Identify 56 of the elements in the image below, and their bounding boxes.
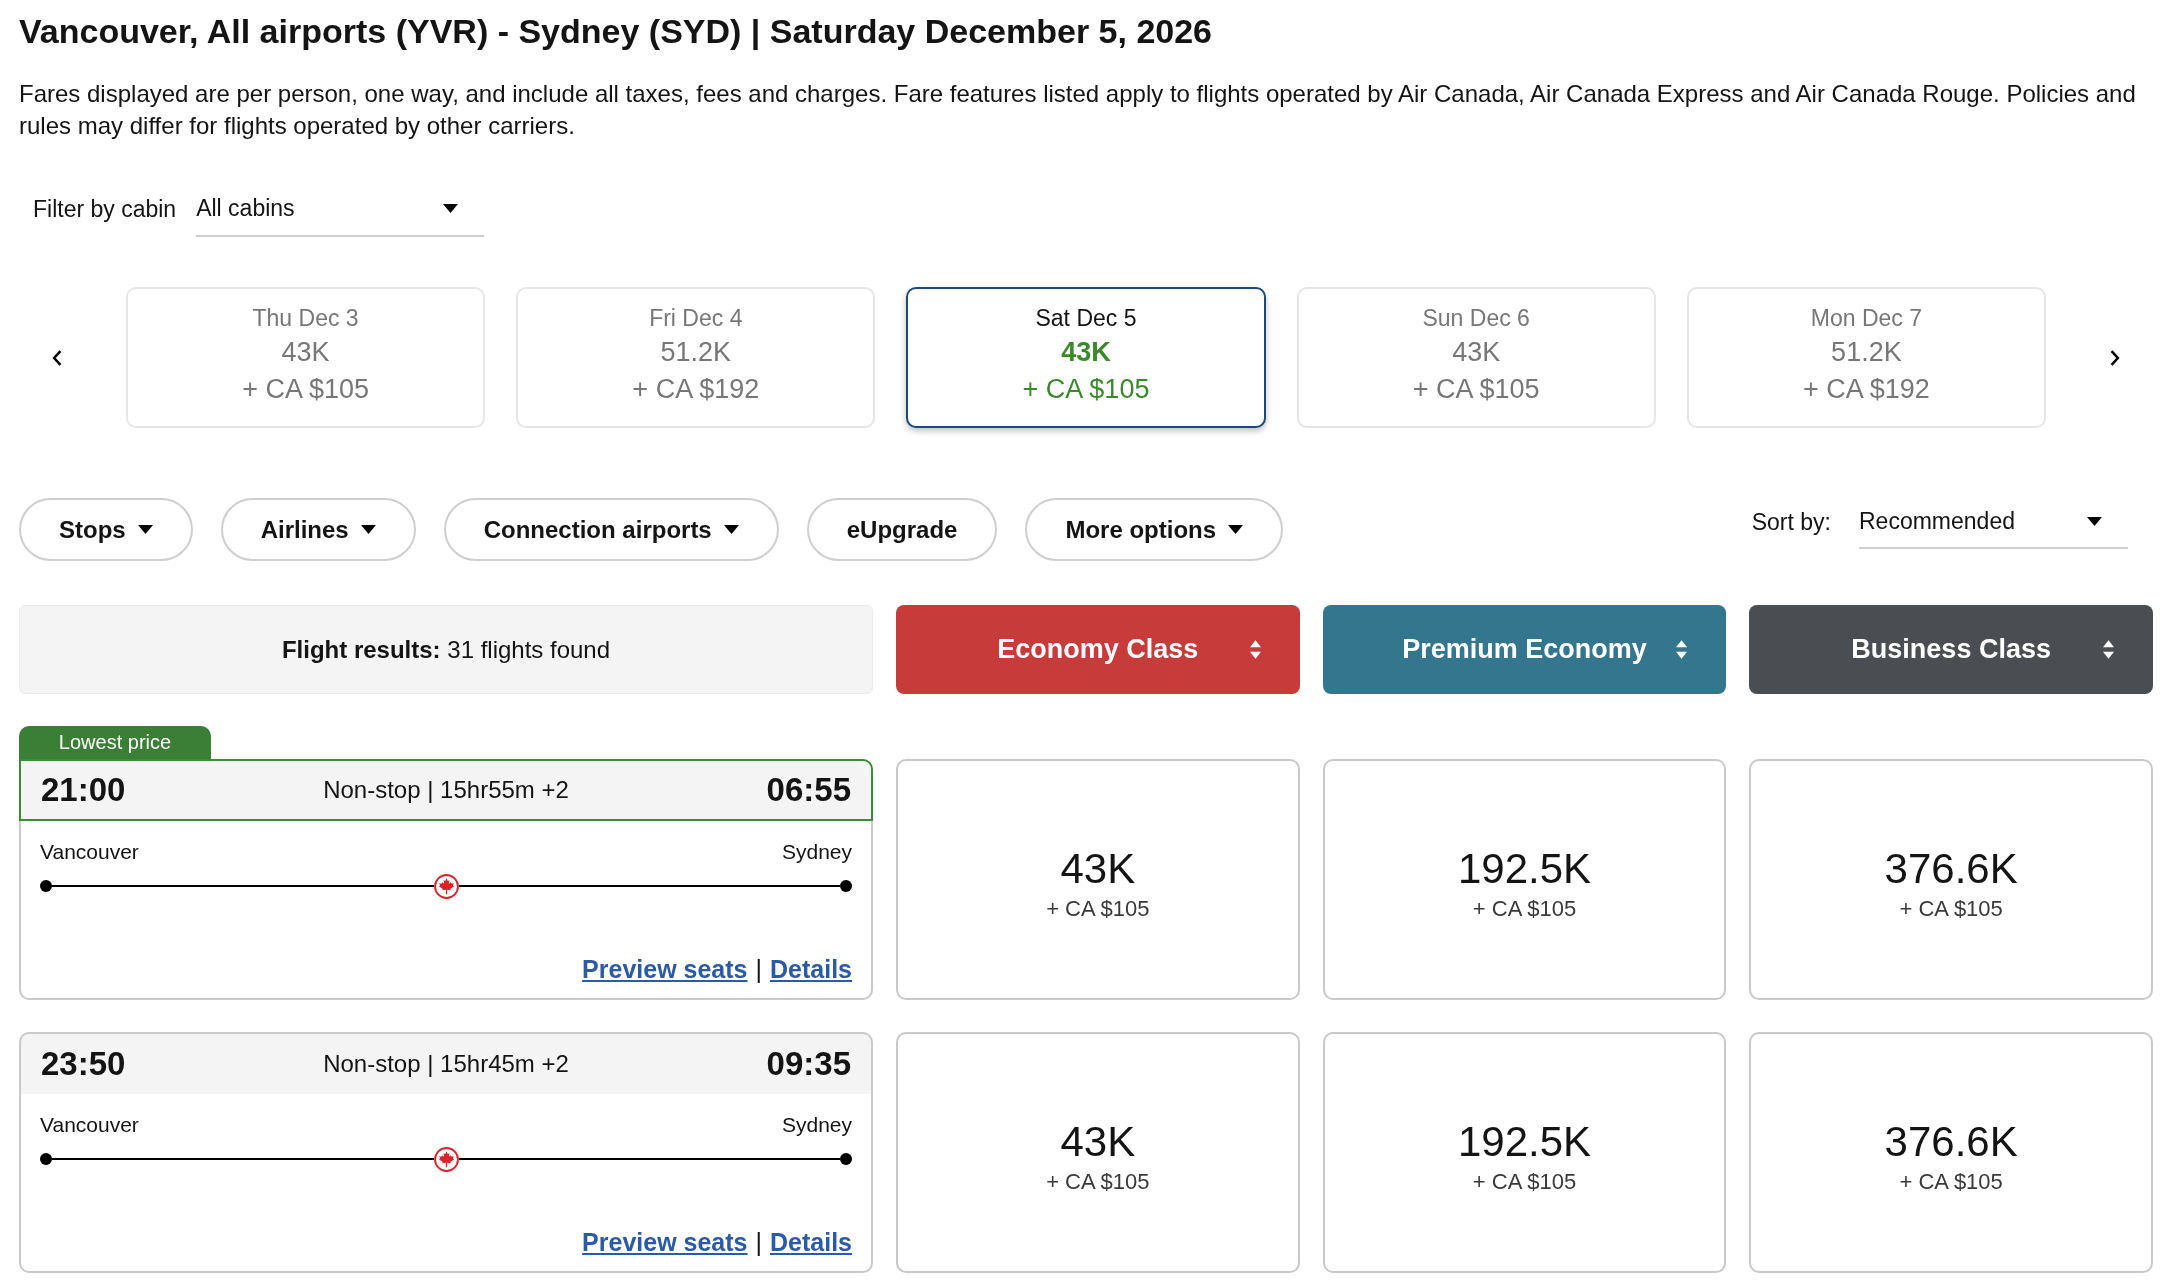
fare-card[interactable]: 43K + CA $105 [896,1032,1300,1273]
fare-card[interactable]: 376.6K + CA $105 [1749,1032,2153,1273]
filter-button[interactable]: Stops [19,498,193,561]
origin-city: Vancouver [40,839,139,865]
fare-description: Fares displayed are per person, one way, and include all taxes, fees and charges. Fare features listed apply to flights operated by Air Canada, Air Canada Express and Air Canada Rouge. Policies and rules may differ for flights operated by other carriers. [19,79,2137,141]
flight-summary: Non-stop | 15hr45m +2 [323,1050,569,1078]
sort-label: Sort by: [1751,509,1831,536]
date-card[interactable]: Thu Dec 3 43K + CA $105 [126,287,486,428]
preview-seats-link[interactable]: Preview seats [582,955,748,984]
date-card[interactable]: Mon Dec 7 51.2K + CA $192 [1686,287,2046,428]
caret-icon [443,203,459,213]
fare-card[interactable]: 43K + CA $105 [896,759,1300,1000]
fare-card[interactable]: 192.5K + CA $105 [1322,1032,1727,1273]
fare-card[interactable]: 376.6K + CA $105 [1749,759,2153,1000]
fare-card[interactable]: 192.5K + CA $105 [1322,759,1727,1000]
sort-select[interactable]: Recommended [1859,496,2128,549]
maple-leaf-icon [433,1146,459,1172]
stop-dot-icon [40,880,52,892]
cabin-select[interactable]: All cabins [196,181,485,237]
departure-time: 21:00 [41,771,126,809]
results-summary: Flight results: 31 flights found [19,605,873,694]
stop-dot-icon [40,1153,52,1165]
details-link[interactable]: Details [770,955,852,984]
link-separator: | [755,955,762,984]
date-card[interactable]: Sun Dec 6 43K + CA $105 [1296,287,1656,428]
cabin-header-button[interactable]: Business Class [1749,605,2153,694]
page-title: Vancouver, All airports (YVR) - Sydney (SYD) | Saturday December 5, 2026 [19,11,1214,52]
filter-button[interactable]: eUpgrade [806,498,998,561]
departure-time: 23:50 [41,1045,126,1083]
filter-button[interactable]: More options [1025,498,1284,561]
origin-city: Vancouver [40,1112,139,1138]
stop-dot-icon [840,880,852,892]
chevron-right-icon [2110,349,2120,366]
link-separator: | [755,1228,762,1257]
arrival-time: 06:55 [766,771,851,809]
destination-city: Sydney [781,839,852,865]
caret-icon [2087,517,2102,526]
cabin-header-button[interactable]: Premium Economy [1322,605,1727,694]
maple-leaf-icon [433,873,459,899]
sort-icon [1676,640,1688,659]
lowest-price-badge: Lowest price [19,726,211,759]
destination-city: Sydney [781,1112,852,1138]
details-link[interactable]: Details [770,1228,852,1257]
filter-button[interactable]: Airlines [220,498,416,561]
date-card[interactable]: Fri Dec 4 51.2K + CA $192 [516,287,876,428]
arrival-time: 09:35 [766,1045,851,1083]
date-card[interactable]: Sat Dec 5 43K + CA $105 [906,287,1266,428]
sort-icon [1249,640,1261,659]
stop-dot-icon [840,1153,852,1165]
sort-icon [2103,640,2114,659]
flight-summary: Non-stop | 15hr55m +2 [323,776,569,804]
chevron-left-icon [52,349,62,366]
preview-seats-link[interactable]: Preview seats [582,1228,748,1257]
cabin-header-button[interactable]: Economy Class [896,605,1300,694]
filter-button[interactable]: Connection airports [443,498,779,561]
filter-label: Filter by cabin [33,195,177,223]
